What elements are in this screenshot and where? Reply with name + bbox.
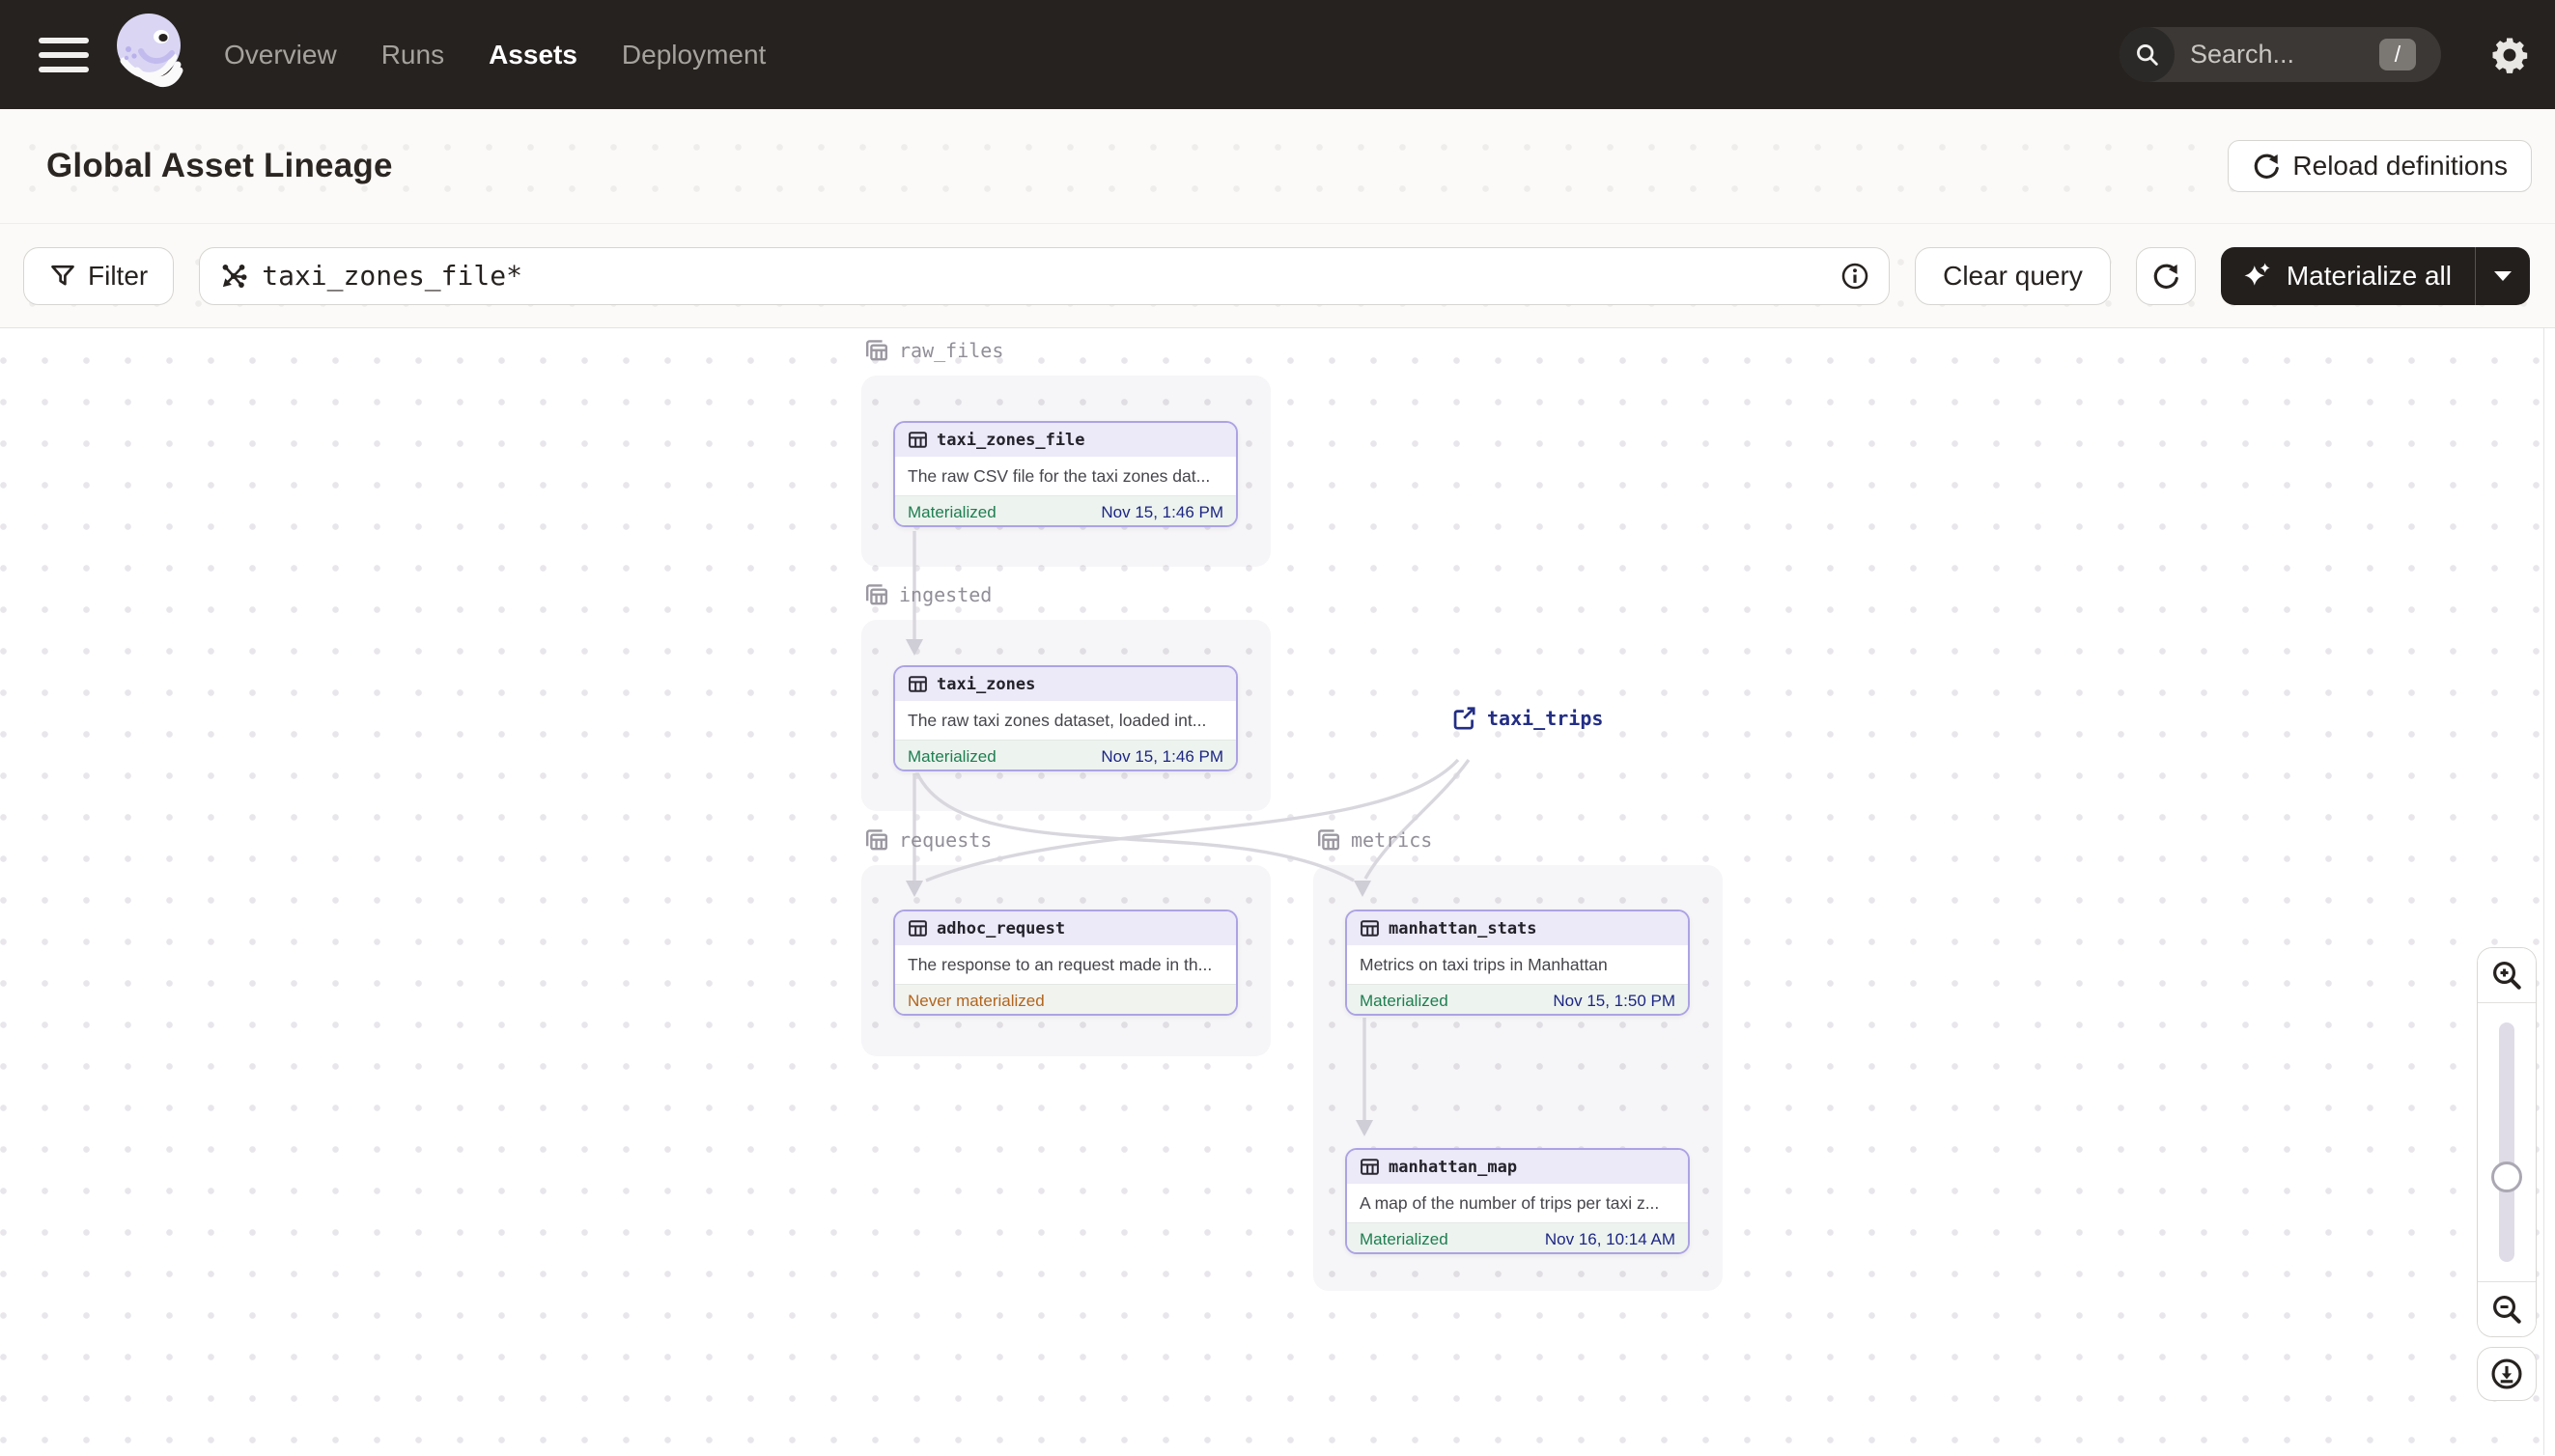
external-link-icon xyxy=(1453,707,1475,730)
group-name: requests xyxy=(899,828,993,852)
asset-query-input[interactable]: taxi_zones_file* xyxy=(199,246,1891,305)
asset-node-taxi_zones[interactable]: taxi_zones The raw taxi zones dataset, l… xyxy=(893,665,1238,771)
asset-node-taxi_zones_file[interactable]: taxi_zones_file The raw CSV file for the… xyxy=(893,421,1238,527)
asset-timestamp[interactable]: Nov 15, 1:50 PM xyxy=(1553,992,1675,1011)
page-title: Global Asset Lineage xyxy=(46,147,393,184)
zoom-in-button[interactable] xyxy=(2478,948,2536,1002)
asset-status: Materialized xyxy=(1360,1230,1448,1248)
group-name: metrics xyxy=(1351,828,1433,852)
top-nav: Overview Runs Assets Deployment Search..… xyxy=(0,0,2555,109)
group-label-metrics[interactable]: metrics xyxy=(1315,826,1432,854)
edge-taxi_trips-adhoc_request xyxy=(925,758,1460,882)
lineage-canvas[interactable]: raw_files ingested requests metrics taxi… xyxy=(0,328,2555,1455)
arrowhead xyxy=(1354,881,1371,897)
table-icon xyxy=(1361,920,1379,937)
external-asset-name: taxi_trips xyxy=(1487,706,1604,730)
zoom-in-icon xyxy=(2493,962,2521,990)
group-label-requests[interactable]: requests xyxy=(863,826,992,854)
arrowhead xyxy=(1356,1120,1373,1136)
table-icon xyxy=(909,676,927,692)
dagster-logo[interactable] xyxy=(106,9,195,101)
materialize-all-button[interactable]: Materialize all xyxy=(2220,246,2530,305)
asset-name: manhattan_map xyxy=(1389,1157,1518,1177)
primary-nav: Overview Runs Assets Deployment xyxy=(224,40,766,70)
materialize-dropdown-caret[interactable] xyxy=(2476,270,2530,281)
materialize-all-label: Materialize all xyxy=(2286,260,2452,291)
search-shortcut-key: / xyxy=(2379,39,2416,70)
arrowhead xyxy=(906,881,923,897)
settings-gear-icon[interactable] xyxy=(2487,33,2532,77)
asset-description: The response to an request made in th... xyxy=(908,954,1213,974)
filter-button[interactable]: Filter xyxy=(23,246,175,305)
asset-description: A map of the number of trips per taxi z.… xyxy=(1360,1192,1660,1213)
search-icon xyxy=(2120,27,2175,82)
filter-button-label: Filter xyxy=(88,260,149,291)
asset-node-manhattan_stats[interactable]: manhattan_stats Metrics on taxi trips in… xyxy=(1345,910,1690,1016)
edge-taxi_trips-manhattan_stats xyxy=(1363,759,1471,880)
asset-timestamp[interactable]: Nov 15, 1:46 PM xyxy=(1101,503,1223,522)
filter-funnel-icon xyxy=(51,265,74,285)
right-edge-gutter xyxy=(2543,328,2555,1455)
asset-name: manhattan_stats xyxy=(1389,918,1537,938)
graph-query-icon xyxy=(222,264,247,288)
table-icon xyxy=(909,920,927,937)
clear-query-label: Clear query xyxy=(1943,260,2083,291)
nav-item-deployment[interactable]: Deployment xyxy=(622,40,766,70)
asset-timestamp[interactable]: Nov 15, 1:46 PM xyxy=(1101,747,1223,767)
refresh-icon xyxy=(2153,264,2178,289)
group-name: ingested xyxy=(899,583,993,606)
download-image-button[interactable] xyxy=(2477,1347,2537,1401)
external-asset-taxi_trips[interactable]: taxi_trips xyxy=(1451,705,1603,731)
zoom-out-icon xyxy=(2493,1296,2521,1324)
asset-name: taxi_zones xyxy=(937,674,1036,694)
zoom-slider-track[interactable] xyxy=(2499,1022,2514,1262)
nav-item-overview[interactable]: Overview xyxy=(224,40,337,70)
nav-item-runs[interactable]: Runs xyxy=(381,40,444,70)
search-input[interactable]: Search... / xyxy=(2120,27,2441,82)
reload-icon xyxy=(2255,154,2280,179)
asset-status: Materialized xyxy=(908,747,997,766)
table-icon xyxy=(1361,1159,1379,1175)
arrowhead xyxy=(906,639,923,656)
asset-query-value: taxi_zones_file* xyxy=(262,260,522,292)
refresh-button[interactable] xyxy=(2135,246,2196,305)
zoom-slider-thumb[interactable] xyxy=(2491,1162,2522,1192)
group-tables-icon xyxy=(1318,829,1339,851)
asset-node-adhoc_request[interactable]: adhoc_request The response to an request… xyxy=(893,910,1238,1016)
dagster-logo-icon xyxy=(117,13,183,87)
menu-icon[interactable] xyxy=(39,37,89,72)
info-icon[interactable] xyxy=(1840,262,1869,291)
asset-status: Materialized xyxy=(1360,992,1448,1010)
group-name: raw_files xyxy=(899,339,1004,362)
asset-status: Never materialized xyxy=(908,992,1045,1010)
nav-item-assets[interactable]: Assets xyxy=(489,40,577,70)
reload-definitions-button[interactable]: Reload definitions xyxy=(2228,140,2532,192)
zoom-slider[interactable] xyxy=(2478,1002,2536,1282)
asset-status: Materialized xyxy=(908,503,997,521)
group-tables-icon xyxy=(866,340,887,361)
asset-node-manhattan_map[interactable]: manhattan_map A map of the number of tri… xyxy=(1345,1148,1690,1254)
page-header: Global Asset Lineage Reload definitions xyxy=(0,109,2555,224)
asset-description: Metrics on taxi trips in Manhattan xyxy=(1360,954,1608,974)
asset-description: The raw taxi zones dataset, loaded int..… xyxy=(908,710,1207,730)
group-label-ingested[interactable]: ingested xyxy=(863,581,992,608)
asset-description: The raw CSV file for the taxi zones dat.… xyxy=(908,465,1211,486)
zoom-controls xyxy=(2477,947,2537,1337)
table-icon xyxy=(909,432,927,448)
zoom-out-button[interactable] xyxy=(2478,1282,2536,1336)
caret-down-icon xyxy=(2494,270,2512,281)
group-tables-icon xyxy=(866,584,887,605)
asset-name: adhoc_request xyxy=(937,918,1066,938)
download-icon xyxy=(2491,1358,2522,1389)
lineage-edges xyxy=(906,531,1471,1136)
sparkle-icon xyxy=(2244,263,2270,286)
lineage-toolbar: Filter taxi_zones_file* Clear query Mate… xyxy=(0,224,2555,328)
clear-query-button[interactable]: Clear query xyxy=(1915,246,2111,305)
asset-name: taxi_zones_file xyxy=(937,430,1085,450)
asset-timestamp[interactable]: Nov 16, 10:14 AM xyxy=(1545,1230,1675,1249)
reload-definitions-label: Reload definitions xyxy=(2292,151,2508,181)
search-placeholder: Search... xyxy=(2190,40,2295,69)
group-label-raw_files[interactable]: raw_files xyxy=(863,337,1003,364)
group-tables-icon xyxy=(866,829,887,851)
